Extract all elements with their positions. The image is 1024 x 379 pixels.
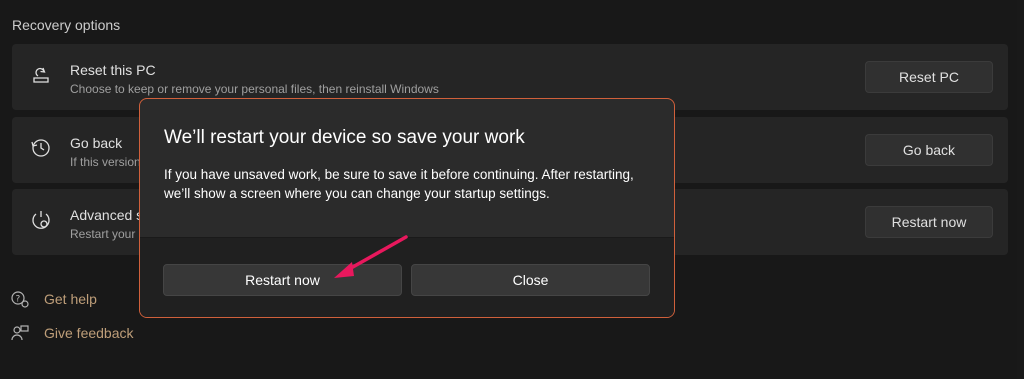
dialog-close-button[interactable]: Close xyxy=(411,264,650,296)
dialog-title: We’ll restart your device so save your w… xyxy=(164,127,525,148)
annotation-arrow xyxy=(334,235,408,278)
restart-dialog: We’ll restart your device so save your w… xyxy=(139,98,675,318)
dialog-body: If you have unsaved work, be sure to sav… xyxy=(164,167,634,201)
